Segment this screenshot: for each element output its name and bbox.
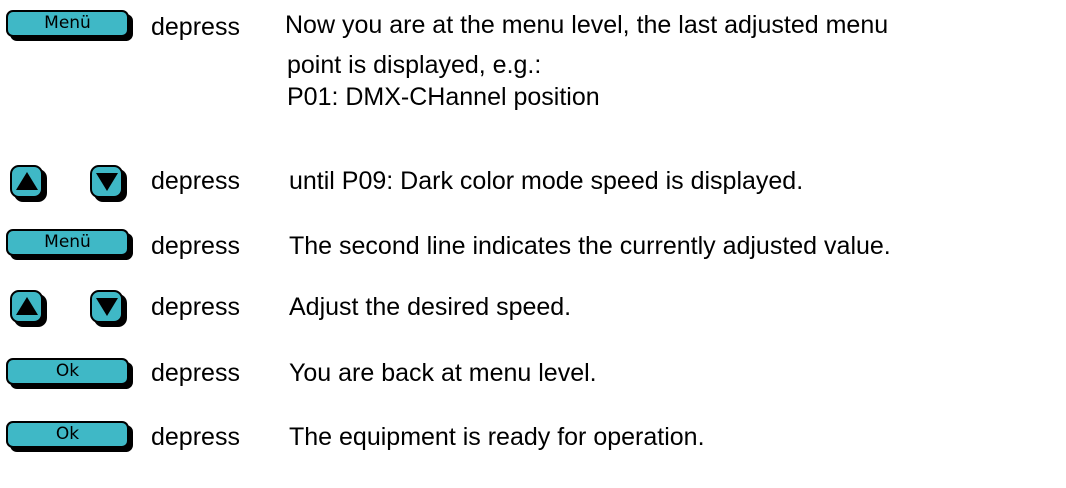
step-action: depress — [151, 359, 240, 387]
down-arrow-key — [90, 290, 123, 323]
menu-key: Menü — [6, 229, 129, 256]
step-description: The equipment is ready for operation. — [289, 423, 705, 451]
up-arrow-key — [10, 165, 43, 198]
step-description-continued: point is displayed, e.g.: P01: DMX-CHann… — [287, 50, 600, 112]
step-description: You are back at menu level. — [289, 359, 597, 387]
down-arrow-icon — [96, 173, 118, 191]
step-action: depress — [151, 13, 240, 41]
step-action: depress — [151, 232, 240, 260]
menu-key: Menü — [6, 10, 129, 37]
step-description: The second line indicates the currently … — [289, 232, 891, 260]
step-action: depress — [151, 293, 240, 321]
step-description-line-1: Now you are at the menu level, the last … — [285, 11, 889, 39]
step-action: depress — [151, 423, 240, 451]
up-arrow-key — [10, 290, 43, 323]
down-arrow-icon — [96, 298, 118, 316]
down-arrow-key — [90, 165, 123, 198]
ok-key: Ok — [6, 358, 129, 385]
up-arrow-icon — [16, 172, 38, 190]
menu-key-label: Menü — [44, 232, 91, 252]
ok-key: Ok — [6, 421, 129, 448]
step-description: until P09: Dark color mode speed is disp… — [289, 167, 804, 195]
step-description-line-3: P01: DMX-CHannel position — [287, 83, 600, 111]
up-arrow-icon — [16, 297, 38, 315]
step-description: Adjust the desired speed. — [289, 293, 572, 321]
step-description-line-2: point is displayed, e.g.: — [287, 51, 542, 79]
menu-key-label: Menü — [44, 13, 91, 33]
ok-key-label: Ok — [55, 424, 80, 444]
step-action: depress — [151, 167, 240, 195]
ok-key-label: Ok — [55, 361, 80, 381]
step-description: Now you are at the menu level, the last … — [285, 10, 888, 40]
